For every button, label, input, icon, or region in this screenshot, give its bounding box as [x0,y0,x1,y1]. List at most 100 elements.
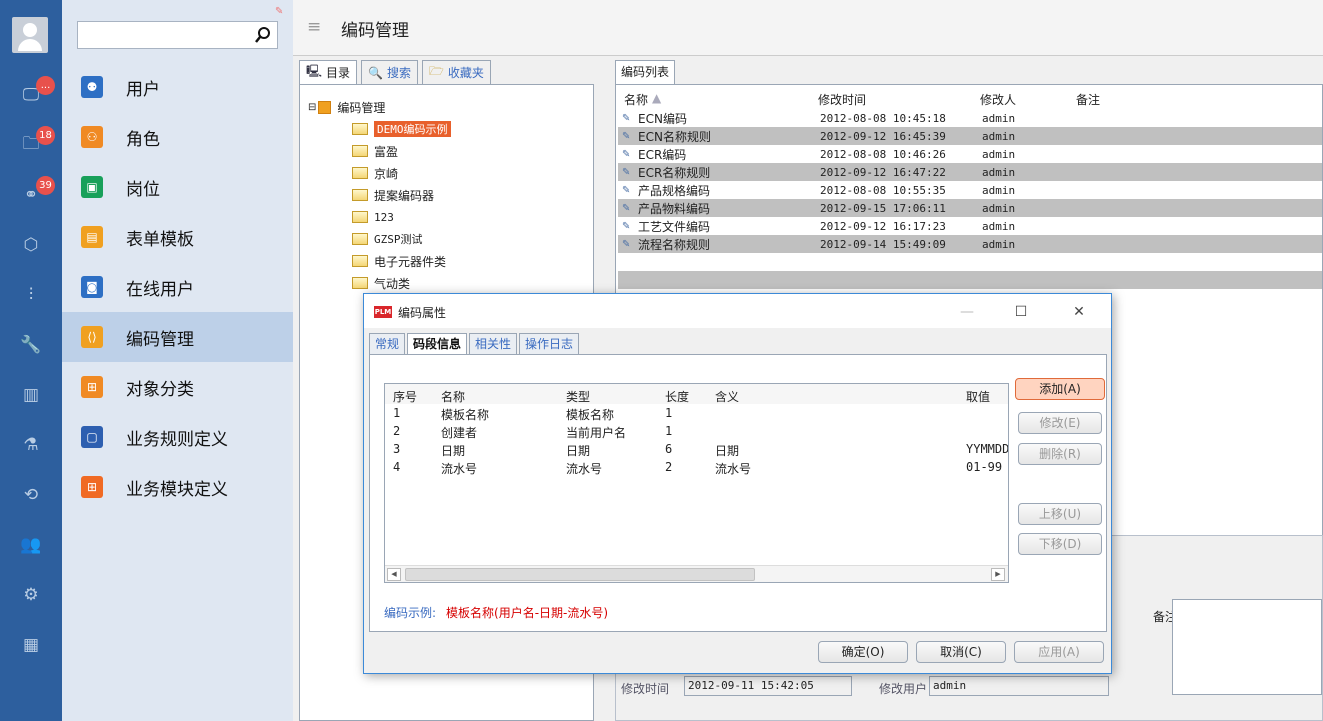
sliders-icon[interactable]: ⫶ [0,270,62,320]
search-input[interactable] [77,21,278,49]
tree-item[interactable]: 富盈 [352,143,398,159]
move-up-button[interactable]: 上移(U) [1018,503,1102,525]
code-icon: ⟨⟩ [81,326,103,348]
tab-search[interactable]: 🔍 搜索 [361,60,418,84]
sidebar-item-label: 用户 [126,79,160,100]
table-row[interactable] [618,253,1322,271]
tree-item[interactable]: 123 [352,209,394,225]
workflow-icon[interactable]: ⚭ 39 [0,170,62,220]
table-cell: 3 [393,442,401,456]
wrench-icon[interactable]: 🔧 [0,320,62,370]
table-row[interactable]: ✎ ECR名称规则 2012-09-12 16:47:22 admin [618,163,1322,181]
sidebar-item-code-management[interactable]: ⟨⟩ 编码管理 [62,312,293,362]
sidebar-item-form-templates[interactable]: ▤ 表单模板 [62,212,293,262]
scroll-right-icon[interactable]: ▶ [991,568,1005,581]
tab-segment-info[interactable]: 码段信息 [407,333,468,355]
column-header[interactable]: 取值 [966,388,990,405]
tab-operation-log[interactable]: 操作日志 [519,333,580,355]
column-header[interactable]: 长度 [665,388,689,405]
column-header[interactable]: 修改时间 [818,91,866,108]
table-row[interactable]: ✎ 流程名称规则 2012-09-14 15:49:09 admin [618,235,1322,253]
monitor-icon[interactable]: 🖵... [0,70,62,120]
table-cell: 6 [665,442,673,456]
folder-icon [352,233,368,245]
delete-button[interactable]: 删除(R) [1018,443,1102,465]
sidebar-item-roles[interactable]: ⚇ 角色 [62,112,293,162]
sidebar-item-business-modules[interactable]: ⊞ 业务模块定义 [62,462,293,512]
table-row[interactable]: ✎ 工艺文件编码 2012-09-12 16:17:23 admin [618,217,1322,235]
inbox-icon[interactable]: 🗀 18 [0,120,62,170]
mod-user-field[interactable]: admin [929,676,1109,696]
apply-button[interactable]: 应用(A) [1014,641,1104,663]
search-icon[interactable] [253,25,273,45]
tree-root[interactable]: ⊟ 编码管理 [308,99,385,115]
gear-icon[interactable]: ⚙ [0,570,62,620]
add-button[interactable]: 添加(A) [1015,378,1105,400]
cell-user: admin [982,147,1016,161]
column-header[interactable]: 修改人 [980,91,1016,108]
sync-icon[interactable]: ⟲ [0,470,62,520]
role-icon: ⚇ [81,126,103,148]
tab-favorites[interactable]: 🗁 收藏夹 [422,60,491,84]
column-header[interactable]: 含义 [715,388,739,405]
collapse-icon[interactable]: ⊟ [308,102,316,113]
tree-label: 气动类 [374,276,411,291]
scroll-left-icon[interactable]: ◀ [387,568,401,581]
close-button[interactable]: ✕ [1062,301,1096,323]
table-cell: 1 [393,406,401,420]
move-down-button[interactable]: 下移(D) [1018,533,1102,555]
sidebar-item-business-rules[interactable]: ▢ 业务规则定义 [62,412,293,462]
library-icon[interactable]: ▥ [0,370,62,420]
sidebar-item-users[interactable]: ⚉ 用户 [62,62,293,112]
menu-icon[interactable]: ≡ [307,17,321,37]
sidebar-item-online-users[interactable]: ◙ 在线用户 [62,262,293,312]
code-rule-icon: ✎ [622,166,631,178]
minimize-button[interactable]: — [950,301,984,323]
table-cell: 2 [393,424,401,438]
tab-general[interactable]: 常规 [369,333,406,355]
apps-icon[interactable]: ▦ [0,620,62,670]
maximize-button[interactable]: ☐ [1004,301,1038,323]
column-header[interactable]: 类型 [566,388,590,405]
mod-time-field[interactable]: 2012-09-11 15:42:05 [684,676,852,696]
tab-directory[interactable]: 🖳 目录 [299,60,358,84]
tab-code-list[interactable]: 编码列表 [615,60,676,84]
cell-name: ECN名称规则 [638,129,711,144]
column-header[interactable]: 名称 [441,388,465,405]
cancel-button[interactable]: 取消(C) [916,641,1006,663]
table-row[interactable]: ✎ ECN名称规则 2012-09-12 16:45:39 admin [618,127,1322,145]
table-cell: 当前用户名 [566,426,627,440]
column-header[interactable]: 备注 [1076,91,1100,108]
tree-item[interactable]: GZSP测试 [352,231,423,247]
horizontal-scrollbar[interactable]: ◀ ▶ [385,565,1008,582]
flask-icon[interactable]: ⚗ [0,420,62,470]
avatar[interactable] [12,17,48,53]
table-row[interactable]: ✎ ECN编码 2012-08-08 10:45:18 admin [618,109,1322,127]
column-header[interactable]: 序号 [393,388,417,405]
ok-button[interactable]: 确定(O) [818,641,908,663]
remark-field[interactable] [1172,599,1322,695]
table-row[interactable] [618,271,1322,289]
table-row[interactable]: ✎ ECR编码 2012-08-08 10:46:26 admin [618,145,1322,163]
cube-icon[interactable]: ⬡ [0,220,62,270]
tree-item[interactable]: 电子元器件类 [352,253,446,269]
column-header[interactable]: 名称 [624,91,648,108]
sort-asc-icon[interactable]: ▲ [652,91,661,105]
code-rule-icon: ✎ [622,148,631,160]
tree-item[interactable]: 气动类 [352,275,410,291]
table-row[interactable]: ✎ 产品规格编码 2012-08-08 10:55:35 admin [618,181,1322,199]
users-icon[interactable]: 👥 [0,520,62,570]
table-cell: 01-99 [966,460,1003,474]
folder-icon [352,167,368,179]
edit-button[interactable]: 修改(E) [1018,412,1102,434]
table-cell: 日期 [441,444,466,458]
tree-item[interactable]: 京崎 [352,165,398,181]
tab-relations[interactable]: 相关性 [469,333,518,355]
table-row[interactable]: ✎ 产品物料编码 2012-09-15 17:06:11 admin [618,199,1322,217]
tree-item[interactable]: 提案编码器 [352,187,434,203]
pin-icon[interactable]: ✎ [275,6,283,17]
scroll-thumb[interactable] [405,568,755,581]
tree-item[interactable]: DEMO编码示例 [352,121,451,137]
sidebar-item-positions[interactable]: ▣ 岗位 [62,162,293,212]
sidebar-item-object-category[interactable]: ⊞ 对象分类 [62,362,293,412]
